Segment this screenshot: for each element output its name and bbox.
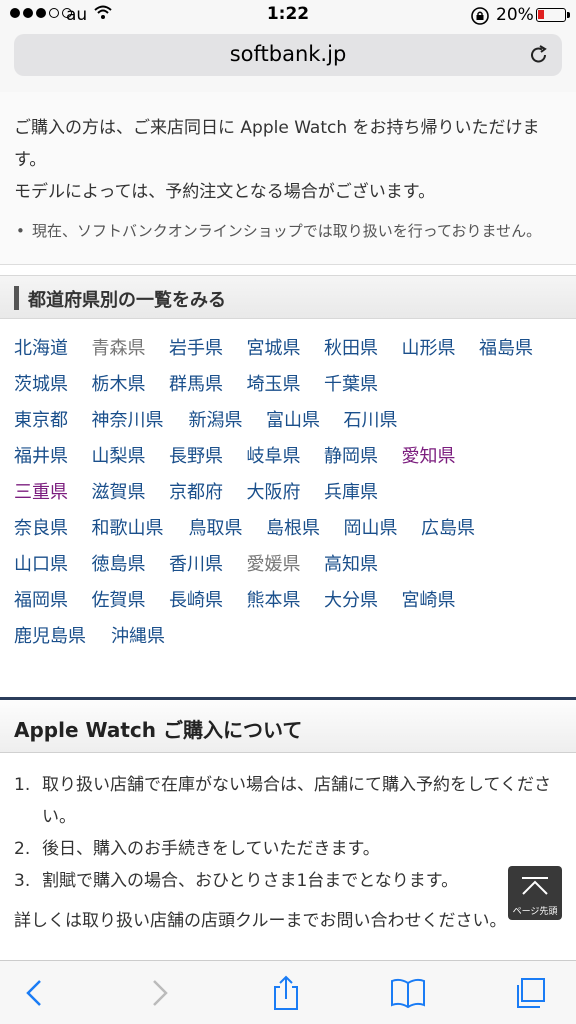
list-item-number: 1. xyxy=(14,775,31,795)
prefecture-link[interactable]: 群馬県 xyxy=(169,367,247,403)
prefecture-link[interactable]: 佐賀県 xyxy=(92,583,170,619)
prefecture-link[interactable]: 宮城県 xyxy=(247,331,325,367)
scroll-to-top-label: ページ先頭 xyxy=(512,907,558,917)
prefecture-link: 愛媛県 xyxy=(246,554,301,575)
prefecture-link[interactable]: 山口県 xyxy=(14,547,92,583)
intro-text-1: ご購入の方は、ご来店同日に Apple Watch をお持ち帰りいただけます。 xyxy=(14,118,540,170)
list-item-text: 後日、購入のお手続きをしていただきます。 xyxy=(42,839,380,859)
list-item-number: 2. xyxy=(14,839,31,859)
prefecture-link[interactable]: 兵庫県 xyxy=(324,475,402,511)
address-bar[interactable]: softbank.jp xyxy=(14,34,562,76)
prefecture-link[interactable]: 愛知県 xyxy=(402,439,480,475)
prefecture-link[interactable]: 鳥取県 xyxy=(189,511,267,547)
prefecture-link[interactable]: 神奈川県 xyxy=(92,403,189,439)
battery-percent: 20% xyxy=(496,5,534,25)
prefecture-list: 北海道 青森県 岩手県 宮城県 秋田県 山形県 福島県茨城県 栃木県 群馬県 埼玉県 千葉県東京都神… xyxy=(0,319,576,679)
prefecture-link[interactable]: 栃木県 xyxy=(92,367,170,403)
prefecture-link[interactable]: 新潟県 xyxy=(189,403,267,439)
prefecture-link[interactable]: 北海道 xyxy=(14,331,92,367)
prefecture-link[interactable]: 東京都 xyxy=(14,403,92,439)
intro-block: ご購入の方は、ご来店同日に Apple Watch をお持ち帰りいただけます。 … xyxy=(0,92,576,265)
prefecture-heading: 都道府県別の一覧をみる xyxy=(0,275,576,319)
prefecture-link[interactable]: 千葉県 xyxy=(324,367,402,403)
prefecture-link[interactable]: 山梨県 xyxy=(92,439,170,475)
prefecture-link[interactable]: 埼玉県 xyxy=(247,367,325,403)
prefecture-link[interactable]: 京都府 xyxy=(169,475,247,511)
prefecture-link[interactable]: 岐阜県 xyxy=(247,439,325,475)
prefecture-link[interactable]: 高知県 xyxy=(324,547,402,583)
prefecture-link[interactable]: 山形県 xyxy=(402,331,480,367)
prefecture-link[interactable]: 秋田県 xyxy=(324,331,402,367)
rotation-lock-icon xyxy=(471,7,489,25)
heading-accent-bar xyxy=(14,286,19,310)
prefecture-link[interactable]: 静岡県 xyxy=(324,439,402,475)
prefecture-link[interactable]: 広島県 xyxy=(421,511,499,547)
prefecture-link[interactable]: 石川県 xyxy=(344,403,422,439)
prefecture-link[interactable]: 鹿児島県 xyxy=(14,619,111,655)
prefecture-link[interactable]: 福島県 xyxy=(479,331,557,367)
list-item: 2. 後日、購入のお手続きをしていただきます。 xyxy=(14,833,562,865)
reload-icon[interactable] xyxy=(528,44,550,66)
prefecture-link[interactable]: 三重県 xyxy=(14,475,92,511)
browser-toolbar xyxy=(0,960,576,1024)
prefecture-link[interactable]: 長崎県 xyxy=(169,583,247,619)
list-item: 1. 取り扱い店舗で在庫がない場合は、店舗にて購入予約をしてください。 xyxy=(14,769,562,833)
intro-text-2: モデルによっては、予約注文となる場合がございます。 xyxy=(14,182,436,202)
prefecture-link[interactable]: 岩手県 xyxy=(169,331,247,367)
prefecture-link[interactable]: 茨城県 xyxy=(14,367,92,403)
back-icon[interactable] xyxy=(18,975,54,1011)
battery-icon xyxy=(536,8,570,22)
prefecture-link: 青森県 xyxy=(91,338,146,359)
prefecture-link[interactable]: 熊本県 xyxy=(247,583,325,619)
prefecture-link[interactable]: 大分県 xyxy=(324,583,402,619)
prefecture-link[interactable]: 長野県 xyxy=(169,439,247,475)
status-bar: au 1:22 20% xyxy=(0,0,576,30)
purchase-steps: 1. 取り扱い店舗で在庫がない場合は、店舗にて購入予約をしてください。 2. 後日、購… xyxy=(0,753,576,897)
apple-watch-heading: Apple Watch ご購入について xyxy=(0,697,576,753)
list-item: 3. 割賦で購入の場合、おひとりさま1台までとなります。 xyxy=(14,865,562,897)
tabs-icon[interactable] xyxy=(512,975,548,1011)
prefecture-link[interactable]: 沖縄県 xyxy=(111,619,189,655)
url-text[interactable]: softbank.jp xyxy=(14,42,562,66)
intro-bullet: 現在、ソフトバンクオンラインショップでは取り扱いを行っておりません。 xyxy=(14,218,562,244)
prefecture-link[interactable]: 香川県 xyxy=(169,547,247,583)
share-icon[interactable] xyxy=(268,975,304,1011)
prefecture-link[interactable]: 大阪府 xyxy=(247,475,325,511)
list-item-number: 3. xyxy=(14,871,31,891)
bookmarks-icon[interactable] xyxy=(390,975,426,1011)
forward-icon[interactable] xyxy=(140,975,176,1011)
prefecture-link[interactable]: 福井県 xyxy=(14,439,92,475)
list-item-text: 取り扱い店舗で在庫がない場合は、店舗にて購入予約をしてください。 xyxy=(42,775,551,827)
prefecture-link[interactable]: 徳島県 xyxy=(92,547,170,583)
page-content[interactable]: ご購入の方は、ご来店同日に Apple Watch をお持ち帰りいただけます。 … xyxy=(0,92,576,960)
prefecture-link[interactable]: 福岡県 xyxy=(14,583,92,619)
list-item-text: 割賦で購入の場合、おひとりさま1台までとなります。 xyxy=(42,871,459,891)
prefecture-link[interactable]: 奈良県 xyxy=(14,511,92,547)
purchase-note: 詳しくは取り扱い店舗の店頭クルーまでお問い合わせください。 xyxy=(14,911,507,931)
prefecture-link[interactable]: 島根県 xyxy=(266,511,344,547)
prefecture-link[interactable]: 宮崎県 xyxy=(402,583,480,619)
prefecture-heading-text: 都道府県別の一覧をみる xyxy=(28,290,226,311)
prefecture-link[interactable]: 岡山県 xyxy=(344,511,422,547)
scroll-to-top-button[interactable]: ページ先頭 xyxy=(508,866,562,920)
chevron-up-icon xyxy=(522,877,548,895)
prefecture-link[interactable]: 富山県 xyxy=(266,403,344,439)
prefecture-link[interactable]: 和歌山県 xyxy=(92,511,189,547)
prefecture-link[interactable]: 滋賀県 xyxy=(92,475,170,511)
